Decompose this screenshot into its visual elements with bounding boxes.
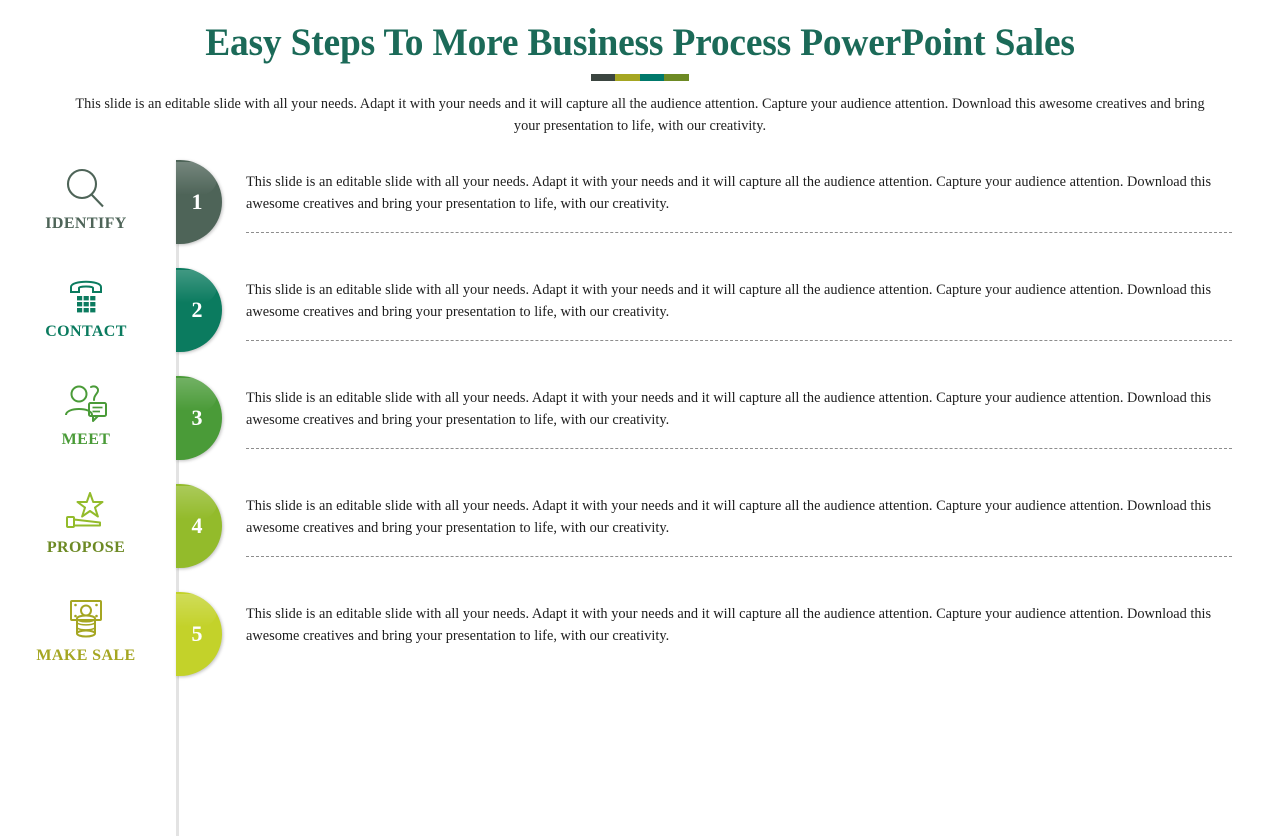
step-number: 5 [191,620,203,646]
step-text: This slide is an editable slide with all… [246,497,1212,536]
step-number: 3 [191,404,203,430]
step-number: 4 [191,512,203,538]
step-side-contact: CONTACT [0,268,172,341]
star-hand-icon [0,490,172,534]
step-text: This slide is an editable slide with all… [246,281,1212,320]
step-label: IDENTIFY [45,214,127,232]
step-text: This slide is an editable slide with all… [246,173,1212,212]
step-marker-5[interactable]: 5 [176,591,222,676]
step-row[interactable]: MEET 3 This slide is an editable slide w… [0,375,1280,484]
step-content: This slide is an editable slide with all… [222,484,1280,558]
step-content: This slide is an editable slide with all… [222,592,1280,666]
steps-area: IDENTIFY 1 This slide is an editable sli… [0,159,1280,836]
slide-subtitle: This slide is an editable slide with all… [75,95,1205,135]
divider-segment-1 [591,73,615,81]
step-number: 2 [191,296,203,322]
step-row[interactable]: MAKE SALE 5 This slide is an editable sl… [0,591,1280,700]
step-text: This slide is an editable slide with all… [246,605,1212,644]
step-content: This slide is an editable slide with all… [222,376,1280,450]
step-row[interactable]: IDENTIFY 1 This slide is an editable sli… [0,159,1280,268]
step-content: This slide is an editable slide with all… [222,268,1280,342]
step-side-identify: IDENTIFY [0,160,172,233]
step-marker-1[interactable]: 1 [176,159,222,244]
telephone-icon [0,274,172,318]
step-label: CONTACT [45,322,127,340]
slide-header: Easy Steps To More Business Process Powe… [0,0,1280,138]
step-number: 1 [191,188,203,214]
step-divider [246,232,1232,234]
step-side-propose: PROPOSE [0,484,172,557]
step-row[interactable]: PROPOSE 4 This slide is an editable slid… [0,483,1280,592]
person-chat-icon [0,382,172,426]
step-marker-4[interactable]: 4 [176,483,222,568]
step-label: PROPOSE [46,538,126,556]
divider-segment-3 [639,73,664,81]
step-divider [246,340,1232,342]
step-marker-2[interactable]: 2 [176,267,222,352]
step-marker-3[interactable]: 3 [176,375,222,460]
magnifier-icon [0,166,172,210]
divider-segment-4 [663,73,689,81]
step-side-meet: MEET [0,376,172,449]
step-divider [246,448,1232,450]
step-divider [246,556,1232,558]
step-side-make-sale: MAKE SALE [0,592,172,665]
page-title: Easy Steps To More Business Process Powe… [205,21,1075,64]
step-content: This slide is an editable slide with all… [222,160,1280,234]
step-label: MAKE SALE [36,646,136,664]
step-text: This slide is an editable slide with all… [246,389,1212,428]
divider-segment-2 [614,73,640,81]
step-row[interactable]: CONTACT 2 This slide is an editable slid… [0,267,1280,376]
title-divider [591,73,689,81]
money-icon [0,598,172,642]
step-label: MEET [61,430,111,448]
